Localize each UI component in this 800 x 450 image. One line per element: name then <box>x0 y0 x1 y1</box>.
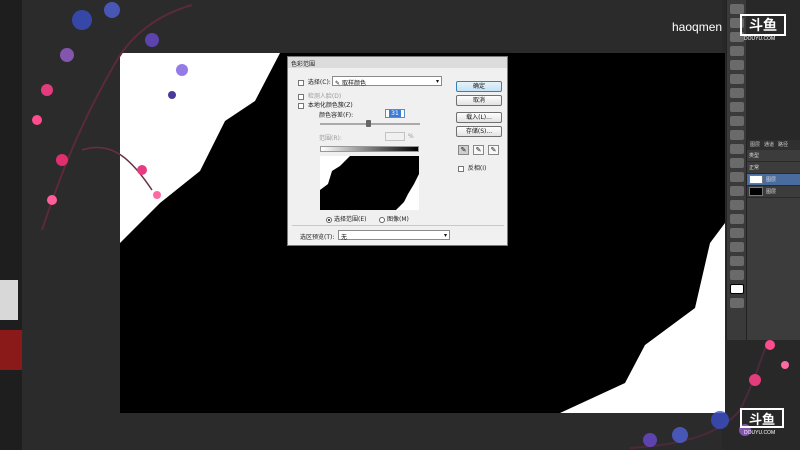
localized-clusters-checkbox[interactable] <box>298 102 304 109</box>
kind-label: 类型 <box>749 153 760 159</box>
layer-thumbnail <box>749 175 763 184</box>
radio-selection-label: 选择范围(E) <box>334 216 367 223</box>
douyu-logo-top-sub: DOUYU.COM <box>744 36 776 42</box>
douyu-logo-top: 斗鱼 <box>740 14 786 36</box>
range-unit: % <box>408 133 414 140</box>
left-edge-strip <box>0 0 22 450</box>
preview-label: 选区预览(T): <box>300 234 335 241</box>
magic-wand-tool-icon[interactable] <box>729 46 744 56</box>
select-checkbox <box>298 79 304 86</box>
preview-mask <box>320 156 419 210</box>
select-label: 选择(C): <box>307 79 331 86</box>
blend-mode-value: 正常 <box>749 165 760 171</box>
eraser-tool-icon[interactable] <box>729 144 744 154</box>
fuzziness-slider[interactable] <box>320 120 420 127</box>
type-tool-icon[interactable] <box>729 214 744 224</box>
save-button[interactable]: 存储(S)... <box>456 126 502 137</box>
douyu-logo-bottom: 斗鱼 <box>740 408 784 428</box>
range-gradient-bar <box>320 146 419 152</box>
layer-row[interactable]: 图层 <box>747 174 800 186</box>
zoom-tool-icon[interactable] <box>729 270 744 280</box>
eyedropper-icon[interactable]: ✎ <box>458 145 469 155</box>
select-dropdown[interactable]: ✎ 取样颜色 ▾ <box>332 76 442 87</box>
layers-panel-tabs: 图层 通道 路径 <box>747 140 800 150</box>
preview-dropdown[interactable]: 无 ▾ <box>338 230 450 241</box>
tab-channels[interactable]: 通道 <box>764 141 774 149</box>
select-label-row: 选择(C): <box>298 77 331 86</box>
shape-tool-icon[interactable] <box>729 242 744 252</box>
fuzziness-label: 颜色容差(F): <box>319 112 354 119</box>
left-edge-thumbnail <box>0 280 18 320</box>
eyedropper-plus-icon[interactable]: ✎ <box>473 145 484 155</box>
chevron-down-icon: ▾ <box>443 232 447 239</box>
stamp-tool-icon[interactable] <box>729 116 744 126</box>
healing-tool-icon[interactable] <box>729 88 744 98</box>
color-range-dialog: 色彩范围 选择(C): ✎ 取样颜色 ▾ 检测人脸(D) 本地化颜色簇(Z) 颜… <box>287 56 508 246</box>
blur-tool-icon[interactable] <box>729 172 744 182</box>
radio-image[interactable] <box>379 216 385 223</box>
invert-row[interactable]: 反相(I) <box>458 163 486 172</box>
pen-tool-icon[interactable] <box>729 200 744 210</box>
localized-clusters-label: 本地化颜色簇(Z) <box>307 102 353 109</box>
layer-row[interactable]: 图层 <box>747 186 800 198</box>
fuzziness-slider-handle[interactable] <box>366 120 371 127</box>
quick-mask-icon[interactable] <box>729 298 744 308</box>
layer-name: 图层 <box>766 177 777 183</box>
radio-selection[interactable] <box>326 216 332 223</box>
eyedropper-tool-icon[interactable] <box>729 74 744 84</box>
dialog-title: 色彩范围 <box>288 57 507 68</box>
preview-dropdown-value: 无 <box>341 234 348 241</box>
invert-label: 反相(I) <box>467 165 487 172</box>
tab-layers[interactable]: 图层 <box>750 141 760 149</box>
fuzziness-value: 31 <box>389 110 401 117</box>
ok-button[interactable]: 确定 <box>456 81 502 92</box>
chevron-down-icon: ▾ <box>435 78 439 85</box>
layers-panel: 图层 通道 路径 类型 正常 图层 图层 <box>746 140 800 340</box>
tab-paths[interactable]: 路径 <box>778 141 788 149</box>
eyedropper-minus-icon[interactable]: ✎ <box>488 145 499 155</box>
range-input[interactable] <box>385 132 405 141</box>
brush-tool-icon[interactable] <box>729 102 744 112</box>
fuzziness-input[interactable]: 31 <box>385 109 405 118</box>
path-select-tool-icon[interactable] <box>729 228 744 238</box>
radio-image-label: 图像(M) <box>387 216 409 223</box>
left-edge-red-block <box>0 330 22 370</box>
move-tool-icon[interactable] <box>729 4 744 14</box>
crop-tool-icon[interactable] <box>729 60 744 70</box>
tools-toolbar <box>726 0 746 340</box>
layer-thumbnail <box>749 187 763 196</box>
dialog-separator <box>292 225 504 226</box>
eyedropper-small-icon: ✎ <box>335 80 342 87</box>
gradient-tool-icon[interactable] <box>729 158 744 168</box>
radio-image-row[interactable]: 图像(M) <box>379 214 409 223</box>
hand-tool-icon[interactable] <box>729 256 744 266</box>
radio-selection-row[interactable]: 选择范围(E) <box>326 214 366 223</box>
select-dropdown-value: 取样颜色 <box>341 80 366 87</box>
streamer-username: haoqmen <box>672 20 723 34</box>
detect-faces-checkbox[interactable] <box>298 93 304 100</box>
invert-checkbox[interactable] <box>458 165 464 172</box>
localized-clusters-row[interactable]: 本地化颜色簇(Z) <box>298 100 353 109</box>
history-brush-tool-icon[interactable] <box>729 130 744 140</box>
dodge-tool-icon[interactable] <box>729 186 744 196</box>
detect-faces-label: 检测人脸(D) <box>307 93 342 100</box>
layer-name: 图层 <box>766 189 777 195</box>
range-label: 范围(R): <box>319 135 342 142</box>
douyu-logo-bottom-sub: DOUYU.COM <box>744 430 776 436</box>
selection-preview[interactable] <box>320 156 419 210</box>
blend-mode-select[interactable]: 正常 <box>747 162 800 174</box>
eyedropper-group: ✎ ✎ ✎ <box>458 145 499 155</box>
layer-kind-filter[interactable]: 类型 <box>747 150 800 162</box>
load-button[interactable]: 载入(L)... <box>456 112 502 123</box>
color-swatch-icon[interactable] <box>729 284 744 294</box>
detect-faces-row[interactable]: 检测人脸(D) <box>298 91 341 100</box>
cancel-button[interactable]: 取消 <box>456 95 502 106</box>
